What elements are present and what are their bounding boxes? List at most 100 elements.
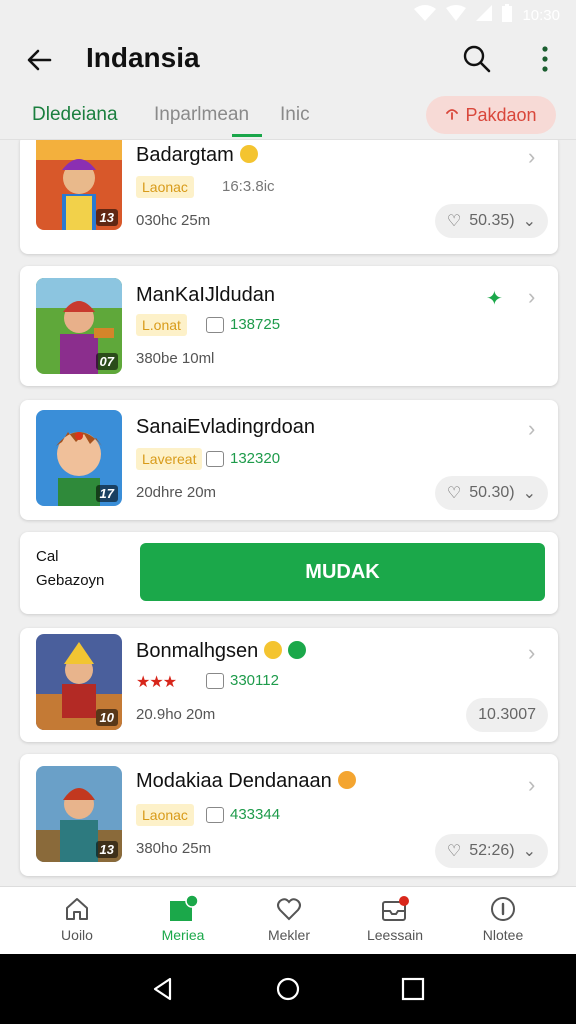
value-pill[interactable]: 10.3007 <box>466 698 548 732</box>
game-thumbnail: 13 <box>36 766 122 862</box>
more-vert-icon <box>542 46 548 72</box>
cellular-icon <box>476 5 493 25</box>
copy-icon <box>206 450 224 467</box>
system-navigation <box>0 954 576 1024</box>
rating-stars: ★★★ <box>136 674 177 691</box>
promo-button[interactable]: MUDAK <box>140 543 545 601</box>
nav-item-inbox[interactable]: Leessain <box>350 895 440 943</box>
status-time: 10:30 <box>522 6 560 24</box>
pin-icon: ✦ <box>486 288 503 310</box>
inbox-icon <box>382 896 409 921</box>
wifi-icon <box>446 5 467 25</box>
tab-1[interactable]: Dledeiana <box>32 104 118 126</box>
value-pill[interactable]: ♡ 50.30) ⌄ <box>434 476 548 510</box>
game-name: Modakiaa Dendanaan <box>136 770 356 793</box>
copy-icon <box>206 672 224 689</box>
emoji-icon <box>239 145 258 163</box>
game-count: 16:3.8ic <box>222 178 275 195</box>
game-thumbnail: 17 <box>36 410 122 506</box>
chevron-right-icon: › <box>528 284 536 309</box>
signal-icon <box>414 5 437 25</box>
list-item[interactable]: 07 ManKaIJldudan L.onat 138725 380be 10m… <box>20 266 558 386</box>
chevron-down-icon: ⌄ <box>522 213 536 230</box>
game-meta: 030hc 25m <box>136 212 211 229</box>
info-icon <box>491 897 515 921</box>
nav-item-wishlist[interactable]: Mekler <box>244 895 334 943</box>
level-badge: 13 <box>95 209 118 226</box>
game-tag: Laonac <box>136 804 194 826</box>
game-tag: Laonac <box>136 176 194 198</box>
search-button[interactable] <box>460 42 494 76</box>
emoji-icon <box>264 641 283 659</box>
triangle-back-icon <box>153 977 172 1001</box>
level-badge: 07 <box>95 353 118 370</box>
heart-icon: ♡ <box>446 843 462 860</box>
game-thumbnail: 07 <box>36 278 122 374</box>
system-home-button[interactable] <box>275 976 301 1007</box>
system-recents-button[interactable] <box>400 976 426 1007</box>
chevron-right-icon: › <box>528 772 536 797</box>
game-count: 138725 <box>206 316 280 333</box>
heart-icon: ♡ <box>446 213 462 230</box>
level-badge: 17 <box>95 485 118 502</box>
game-meta: 20.9ho 20m <box>136 706 216 723</box>
chip-icon <box>445 105 459 126</box>
more-options-button[interactable] <box>530 42 560 76</box>
chevron-right-icon: › <box>528 144 536 169</box>
list-item[interactable]: 13 Badargtam Laonac 16:3.8ic 030hc 25m ›… <box>20 140 558 254</box>
game-tag: L.onat <box>136 314 187 336</box>
game-count: 433344 <box>206 806 280 823</box>
chip-label: Pakdaon <box>465 104 537 125</box>
game-thumbnail: 10 <box>36 634 122 730</box>
back-button[interactable] <box>22 42 58 78</box>
chevron-right-icon: › <box>528 640 536 665</box>
store-icon <box>170 895 199 921</box>
game-name: Badargtam <box>136 144 258 167</box>
copy-icon <box>206 316 224 333</box>
game-name: SanaiEvladingrdoan <box>136 416 316 438</box>
emoji-icon <box>337 771 356 789</box>
arrow-left-icon <box>27 49 52 71</box>
chevron-down-icon: ⌄ <box>522 843 536 860</box>
game-count: 330112 <box>206 672 279 689</box>
app-bar: Indansia <box>0 28 576 90</box>
nav-item-info[interactable]: Nlotee <box>458 895 548 943</box>
level-badge: 13 <box>95 841 118 858</box>
tab-3[interactable]: Inic <box>280 104 310 126</box>
circle-home-icon <box>276 977 300 1001</box>
game-list: 13 Badargtam Laonac 16:3.8ic 030hc 25m ›… <box>0 140 576 886</box>
value-pill[interactable]: ♡ 52:26) ⌄ <box>434 834 548 868</box>
tab-2[interactable]: Inparlmean <box>154 104 249 126</box>
copy-icon <box>206 806 224 823</box>
game-name: ManKaIJldudan <box>136 284 275 306</box>
status-bar: 10:30 <box>0 0 576 28</box>
nav-item-store[interactable]: Meriea <box>138 895 228 943</box>
battery-icon <box>502 4 513 26</box>
game-tag: Lavereat <box>136 448 203 470</box>
home-icon <box>66 898 88 920</box>
tab-bar: Dledeiana Inparlmean Inic Pakdaon <box>0 90 576 140</box>
value-pill[interactable]: ♡ 50.35) ⌄ <box>434 204 548 238</box>
promo-card: Cal Gebazoyn MUDAK <box>20 532 558 614</box>
promo-line-2: Gebazoyn <box>36 572 105 589</box>
search-icon <box>463 45 491 73</box>
list-item[interactable]: 13 Modakiaa Dendanaan Laonac 433344 380h… <box>20 754 558 876</box>
heart-icon: ♡ <box>446 485 462 502</box>
game-meta: 20dhre 20m <box>136 484 217 501</box>
list-item[interactable]: 17 SanaiEvladingrdoan Lavereat 132320 20… <box>20 400 558 520</box>
game-meta: 380be 10ml <box>136 350 215 367</box>
game-meta: 380ho 25m <box>136 840 212 857</box>
page-title: Indansia <box>86 42 200 73</box>
tab-indicator <box>232 134 262 137</box>
bottom-navigation: Uoilo Meriea Mekler Leessain Nlotee <box>0 886 576 954</box>
system-back-button[interactable] <box>150 976 176 1007</box>
promo-line-1: Cal <box>36 548 59 565</box>
badge-icon <box>288 641 307 659</box>
game-name: Bonmalhgsen <box>136 640 307 663</box>
list-item[interactable]: 10 Bonmalhgsen ★★★ 330112 20.9ho 20m › 1… <box>20 628 558 742</box>
nav-item-home[interactable]: Uoilo <box>32 895 122 943</box>
square-recents-icon <box>401 977 425 1001</box>
chevron-right-icon: › <box>528 416 536 441</box>
filter-chip[interactable]: Pakdaon <box>426 96 556 134</box>
heart-search-icon <box>277 898 301 921</box>
